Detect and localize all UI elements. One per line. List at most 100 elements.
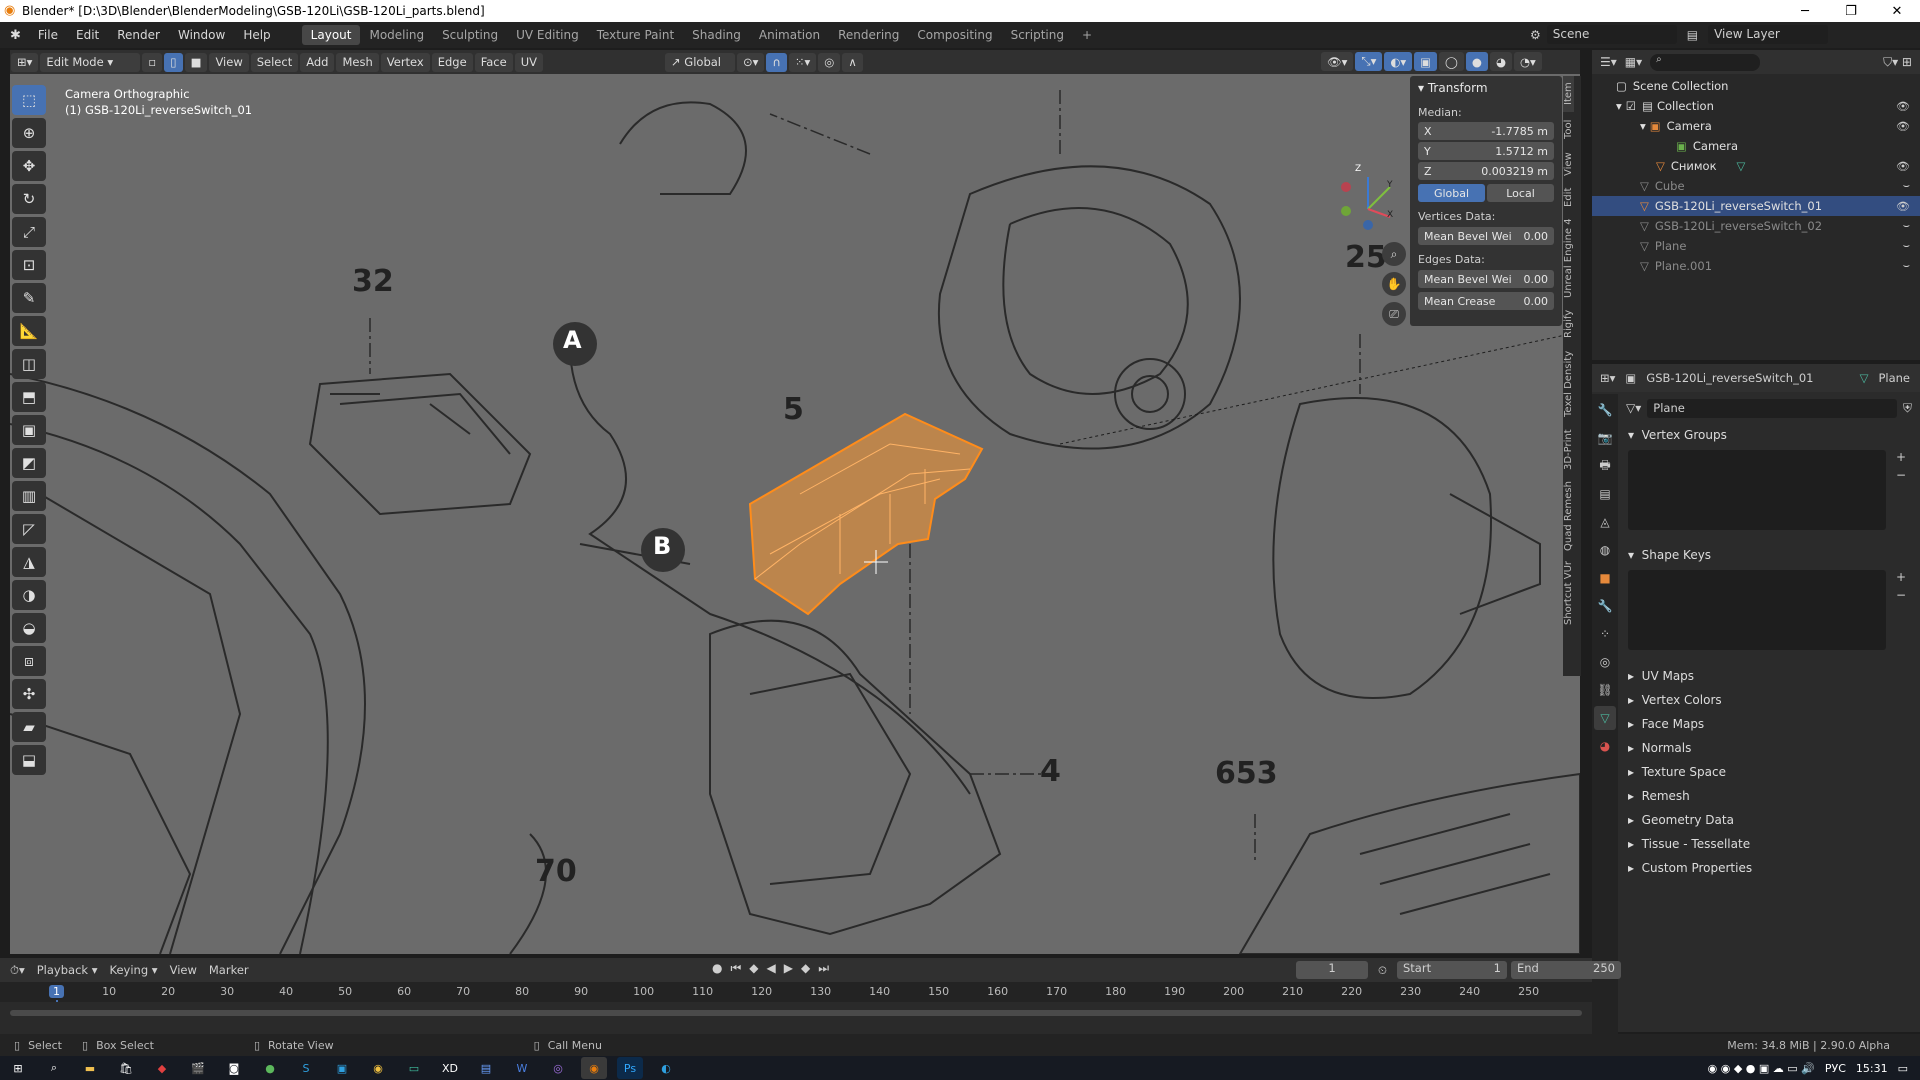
menu-face[interactable]: Face — [474, 52, 513, 72]
outliner-row-camera-data[interactable]: ▣ Camera — [1592, 136, 1920, 156]
chrome-icon[interactable]: ◉ — [365, 1057, 391, 1079]
eye-closed-icon[interactable]: ⌣ — [1903, 239, 1910, 253]
view-layer-selector[interactable]: View Layer — [1708, 25, 1829, 44]
transform-panel-header[interactable]: ▾ Transform — [1410, 76, 1562, 100]
checkbox-icon[interactable]: ☑ — [1626, 99, 1636, 113]
menu-select[interactable]: Select — [250, 52, 299, 72]
tab-modeling[interactable]: Modeling — [360, 25, 433, 45]
gizmo-x-label[interactable]: X — [1387, 210, 1393, 220]
menu-timeline-view[interactable]: View — [170, 963, 197, 977]
spin-icon[interactable]: ◑ — [12, 580, 46, 610]
outliner-row-plane[interactable]: ▽ Plane ⌣ — [1592, 236, 1920, 256]
tab-view[interactable]: View — [1563, 146, 1574, 182]
median-x-field[interactable]: X -1.7785 m — [1418, 122, 1554, 140]
annotate-icon[interactable]: ✎ — [12, 283, 46, 313]
start-frame-field[interactable]: Start 1 — [1396, 961, 1507, 979]
tab-rigify[interactable]: Rigify — [1563, 304, 1574, 344]
next-keyframe-icon[interactable]: ◆ — [801, 961, 810, 976]
tab-texture-paint[interactable]: Texture Paint — [588, 25, 683, 45]
physics-tab-icon[interactable]: ◎ — [1594, 650, 1616, 674]
play-icon[interactable]: ▶ — [784, 961, 793, 976]
menu-render[interactable]: Render — [108, 28, 169, 42]
falloff-button[interactable]: ∧ — [842, 52, 863, 72]
outliner-row-reverse-switch-01[interactable]: ▽ GSB-120Li_reverseSwitch_01 👁 — [1592, 196, 1920, 216]
outliner-row-snimok[interactable]: ▽ Снимок ▽ 👁 — [1592, 156, 1920, 176]
tab-3d-print[interactable]: 3D-Print — [1563, 424, 1574, 476]
screenshot-icon[interactable]: ◙ — [221, 1057, 247, 1079]
fake-user-icon[interactable]: ⛨ — [1903, 401, 1912, 416]
menu-view[interactable]: View — [209, 52, 249, 72]
current-frame-field[interactable]: 1 — [1296, 961, 1368, 979]
timeline-track[interactable] — [0, 1002, 1592, 1024]
outliner-row-plane-001[interactable]: ▽ Plane.001 ⌣ — [1592, 256, 1920, 276]
extrude-icon[interactable]: ⬒ — [12, 382, 46, 412]
eye-closed-icon[interactable]: ⌣ — [1903, 179, 1910, 193]
vertex-bevel-weight-field[interactable]: Mean Bevel Wei 0.00 — [1418, 227, 1554, 245]
notifications-icon[interactable]: ▭ — [1898, 1062, 1908, 1075]
gizmo-toggle[interactable]: ⤡▾ — [1355, 52, 1383, 71]
outliner-editor-icon[interactable]: ☰▾ — [1600, 55, 1617, 69]
properties-editor-icon[interactable]: ⊞▾ — [1600, 371, 1615, 385]
shading-solid[interactable]: ● — [1465, 52, 1488, 71]
overlay-toggle[interactable]: ◐▾ — [1384, 52, 1413, 71]
remove-shape-key-icon[interactable]: − — [1896, 588, 1906, 602]
eye-icon[interactable]: 👁 — [1896, 160, 1910, 173]
cursor-icon[interactable]: ⊕ — [12, 118, 46, 148]
pan-hand-icon[interactable]: ✋ — [1382, 272, 1406, 296]
select-mode-face[interactable]: ■ — [184, 52, 208, 72]
panel-normals[interactable]: ▸ Normals — [1618, 736, 1918, 760]
menu-add[interactable]: Add — [300, 52, 335, 72]
modifier-tab-icon[interactable]: 🔧 — [1594, 594, 1616, 618]
terminal-icon[interactable]: ▭ — [401, 1057, 427, 1079]
file-explorer-icon[interactable]: ▬ — [77, 1057, 103, 1079]
panel-custom-properties[interactable]: ▸ Custom Properties — [1618, 856, 1918, 880]
proportional-edit-button[interactable]: ◎ — [818, 52, 841, 72]
tab-rendering[interactable]: Rendering — [829, 25, 908, 45]
zoom-icon[interactable]: ⌕ — [1382, 242, 1406, 266]
tab-quad-remesh[interactable]: Quad Remesh — [1563, 476, 1574, 556]
world-tab-icon[interactable]: ◍ — [1594, 538, 1616, 562]
tab-scripting[interactable]: Scripting — [1002, 25, 1073, 45]
panel-face-maps[interactable]: ▸ Face Maps — [1618, 712, 1918, 736]
eye-closed-icon[interactable]: ⌣ — [1903, 219, 1910, 233]
blender-taskbar-icon[interactable]: ◉ — [581, 1057, 607, 1079]
minimize-button[interactable]: ─ — [1782, 0, 1828, 22]
mesh-browse-icon[interactable]: ▽▾ — [1626, 401, 1641, 415]
scale-icon[interactable]: ⤢ — [12, 217, 46, 247]
menu-keying[interactable]: Keying ▾ — [110, 963, 158, 977]
frame-ruler[interactable]: 1 10 20 30 40 50 60 70 80 90 100 110 120 130 140 150 160… — [0, 982, 1592, 1022]
close-button[interactable]: ✕ — [1874, 0, 1920, 22]
gizmo-z-label[interactable]: Z — [1355, 164, 1361, 174]
app-icon[interactable]: ◆ — [149, 1057, 175, 1079]
local-toggle[interactable]: Local — [1487, 184, 1554, 202]
viewport-3d[interactable]: Camera Orthographic (1) GSB-120Li_revers… — [10, 74, 1580, 954]
tab-item[interactable]: Item — [1563, 76, 1574, 112]
scene-tab-icon[interactable]: ◬ — [1594, 510, 1616, 534]
outliner-search-input[interactable]: ⌕ — [1650, 53, 1761, 71]
tab-edit[interactable]: Edit — [1563, 182, 1574, 212]
tab-shortcut-vur[interactable]: Shortcut VUr — [1563, 556, 1574, 630]
menu-marker[interactable]: Marker — [209, 963, 249, 977]
select-box-icon[interactable]: ⬚ — [12, 85, 46, 115]
poly-build-icon[interactable]: ◮ — [12, 547, 46, 577]
preview-range-icon[interactable]: ⏲ — [1378, 963, 1387, 978]
play-reverse-icon[interactable]: ◀ — [767, 961, 776, 976]
shrink-fatten-icon[interactable]: ✣ — [12, 679, 46, 709]
panel-shape-keys[interactable]: ▾ Shape Keys — [1618, 544, 1918, 566]
tab-tool[interactable]: Tool — [1563, 112, 1574, 146]
constraints-tab-icon[interactable]: ⛓ — [1594, 678, 1616, 702]
orientation-selector[interactable]: ↗ Global — [665, 52, 735, 72]
output-tab-icon[interactable]: 🖶 — [1594, 454, 1616, 478]
jump-end-icon[interactable]: ⏭ — [818, 961, 829, 976]
menu-playback[interactable]: Playback ▾ — [37, 963, 98, 977]
eye-icon[interactable]: 👁 — [1896, 100, 1910, 113]
clock[interactable]: 15:31 — [1856, 1062, 1888, 1075]
jump-start-icon[interactable]: ⏮ — [730, 961, 741, 976]
filter-icon[interactable]: ⛉▾ ⊞ — [1883, 55, 1912, 70]
tab-texel-density[interactable]: Texel Density — [1563, 344, 1574, 424]
eye-closed-icon[interactable]: ⌣ — [1903, 259, 1910, 273]
eye-icon[interactable]: 👁 — [1896, 200, 1910, 213]
data-tab-icon[interactable]: ▽ — [1594, 706, 1616, 730]
media-icon[interactable]: 🎬 — [185, 1057, 211, 1079]
menu-window[interactable]: Window — [169, 28, 234, 42]
